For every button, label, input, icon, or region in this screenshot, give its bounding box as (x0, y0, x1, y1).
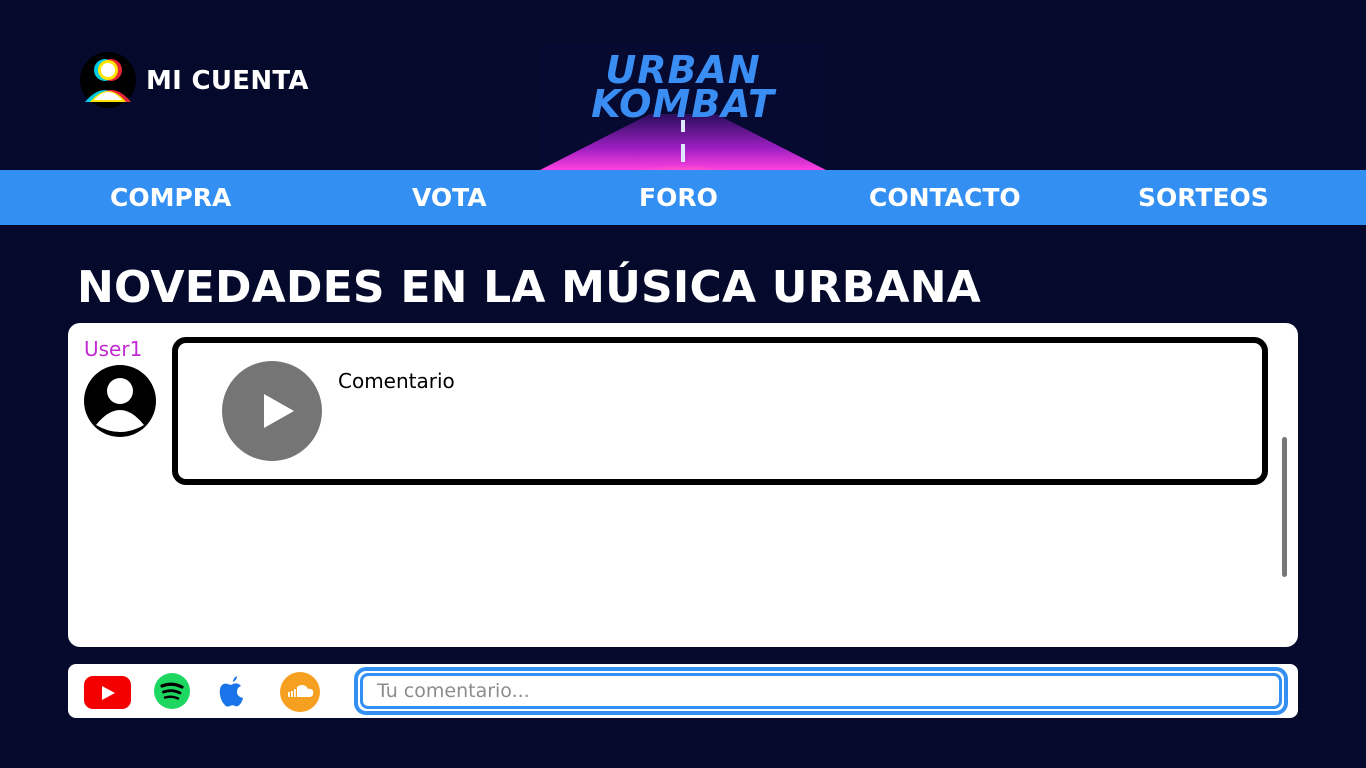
soundcloud-icon[interactable] (280, 672, 320, 712)
nav-item-contacto[interactable]: CONTACTO (869, 170, 1021, 225)
comment-bar (68, 664, 1298, 718)
nav-item-foro[interactable]: FORO (639, 170, 718, 225)
account-icon (80, 50, 136, 112)
spotify-icon[interactable] (154, 673, 190, 709)
comment-input-wrapper (354, 667, 1288, 715)
main-nav: COMPRA VOTA FORO CONTACTO SORTEOS (0, 170, 1366, 225)
page-title: NOVEDADES EN LA MÚSICA URBANA (77, 262, 982, 313)
nav-item-vota[interactable]: VOTA (412, 170, 487, 225)
youtube-icon[interactable] (84, 676, 131, 709)
comment-input[interactable] (360, 673, 1282, 709)
logo-text-line2: KOMBAT (591, 82, 775, 126)
my-account-link[interactable]: MI CUENTA (80, 50, 309, 112)
nav-item-compra[interactable]: COMPRA (110, 170, 231, 225)
comments-feed: User1 Comentario (68, 323, 1298, 647)
feed-scrollbar[interactable] (1282, 437, 1287, 577)
user-avatar-icon[interactable] (84, 365, 156, 437)
nav-item-sorteos[interactable]: SORTEOS (1138, 170, 1269, 225)
urban-kombat-logo[interactable]: URBAN KOMBAT (540, 44, 826, 170)
post-comment-text: Comentario (338, 369, 455, 393)
post-username[interactable]: User1 (84, 337, 142, 361)
post-card: Comentario (172, 337, 1268, 485)
my-account-label: MI CUENTA (146, 66, 309, 96)
play-button-icon[interactable] (222, 361, 322, 461)
apple-music-icon[interactable] (214, 672, 248, 710)
